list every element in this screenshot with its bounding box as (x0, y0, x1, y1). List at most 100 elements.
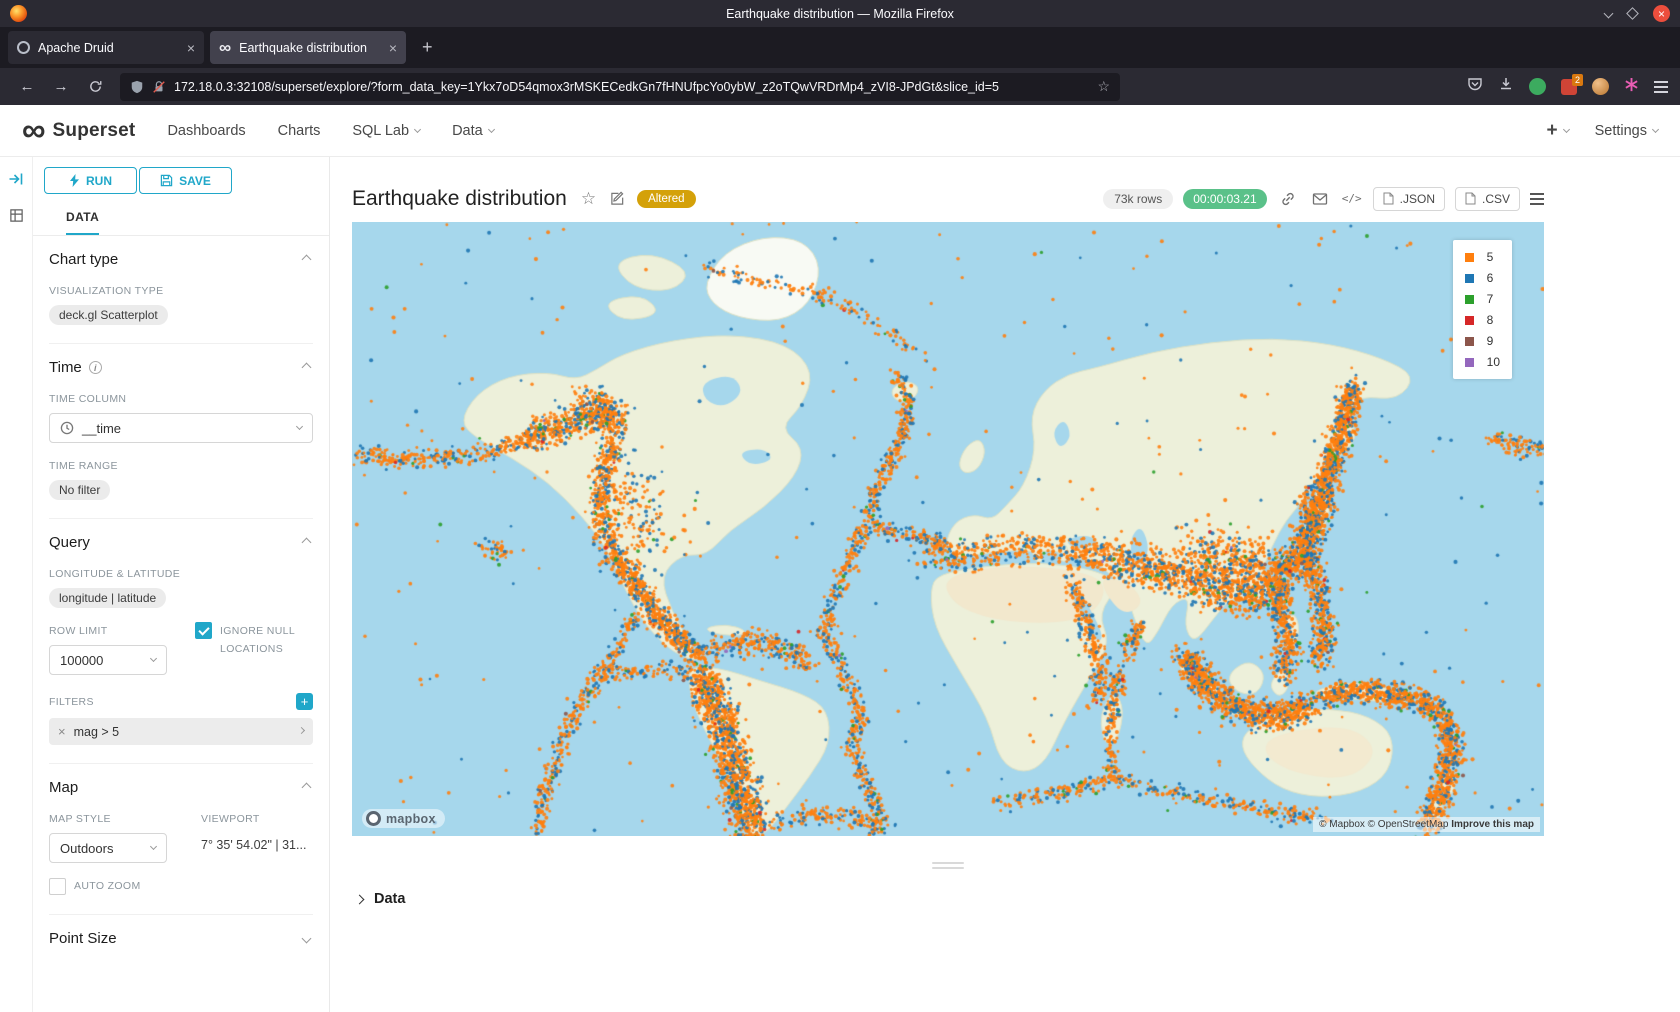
auto-zoom-label: AUTO ZOOM (74, 878, 141, 896)
ignore-null-checkbox[interactable] (195, 622, 212, 639)
bookmark-star-icon[interactable]: ☆ (1097, 78, 1110, 95)
map-canvas[interactable] (352, 222, 1544, 836)
map-style-select[interactable]: Outdoors (49, 833, 167, 863)
menu-icon[interactable] (1654, 81, 1668, 93)
map-legend: 5 6 7 8 9 10 (1453, 240, 1512, 379)
chevron-up-icon (302, 538, 312, 548)
extension-icon-blocker[interactable]: 2 (1561, 79, 1577, 95)
extension-icon-green[interactable] (1529, 78, 1546, 95)
settings-menu[interactable]: Settings (1595, 123, 1658, 139)
insecure-lock-icon[interactable] (152, 80, 166, 94)
legend-swatch (1465, 337, 1474, 346)
legend-value: 8 (1487, 313, 1494, 327)
mapbox-logo[interactable]: mapbox (362, 809, 445, 828)
superset-favicon: ∞ (219, 39, 231, 56)
pocket-icon[interactable] (1467, 76, 1483, 97)
time-column-label: TIME COLUMN (49, 393, 313, 405)
extension-badge: 2 (1572, 74, 1583, 86)
share-link-icon[interactable] (1277, 191, 1299, 207)
chevron-up-icon (302, 363, 312, 373)
viewport-value[interactable]: 7° 35' 54.02" | 31... (201, 838, 313, 852)
chevron-down-icon (296, 423, 303, 430)
expand-panel-icon[interactable] (8, 171, 24, 192)
druid-favicon (17, 41, 30, 54)
edit-properties-icon[interactable] (610, 191, 625, 206)
filter-token[interactable]: × mag > 5 (49, 718, 313, 745)
legend-item[interactable]: 10 (1465, 355, 1500, 369)
url-toolbar: ← → 172.18.0.3:32108/superset/explore/?f… (0, 68, 1680, 105)
lonlat-value[interactable]: longitude | latitude (49, 588, 166, 608)
section-header-query[interactable]: Query (49, 534, 313, 551)
browser-tab-earthquake[interactable]: ∞ Earthquake distribution × (210, 31, 406, 64)
auto-zoom-checkbox[interactable] (49, 878, 66, 895)
maximize-icon[interactable] (1626, 7, 1639, 20)
save-button[interactable]: SAVE (139, 167, 232, 194)
viewport-label: VIEWPORT (201, 813, 313, 825)
deckgl-scatter-map[interactable]: 5 6 7 8 9 10 mapbox © Mapbox © OpenStreetMap … (352, 222, 1544, 836)
chevron-down-icon (150, 843, 157, 850)
browser-tab-druid[interactable]: Apache Druid × (8, 31, 204, 64)
section-header-time[interactable]: Timei (49, 359, 313, 376)
run-button[interactable]: RUN (44, 167, 137, 194)
embed-code-icon[interactable]: </> (1341, 192, 1363, 205)
row-count-badge: 73k rows (1103, 189, 1173, 209)
row-limit-select[interactable]: 100000 (49, 645, 167, 675)
viz-type-value[interactable]: deck.gl Scatterplot (49, 305, 168, 325)
downloads-icon[interactable] (1498, 76, 1514, 97)
chevron-up-icon (302, 255, 312, 265)
data-panel-toggle[interactable]: Data (356, 891, 1680, 907)
map-attribution[interactable]: © Mapbox © OpenStreetMap Improve this ma… (1313, 817, 1540, 832)
improve-map-link[interactable]: Improve this map (1451, 819, 1534, 830)
legend-item[interactable]: 5 (1465, 250, 1500, 264)
legend-item[interactable]: 9 (1465, 334, 1500, 348)
url-text: 172.18.0.3:32108/superset/explore/?form_… (174, 80, 1089, 94)
time-range-value[interactable]: No filter (49, 480, 110, 500)
section-header-map[interactable]: Map (49, 779, 313, 796)
tracking-shield-icon[interactable] (130, 80, 144, 94)
superset-logo[interactable]: ∞ (22, 117, 46, 143)
legend-item[interactable]: 6 (1465, 271, 1500, 285)
favorite-star-icon[interactable]: ☆ (581, 189, 596, 209)
legend-item[interactable]: 8 (1465, 313, 1500, 327)
remove-filter-icon[interactable]: × (58, 724, 66, 739)
chevron-down-icon (302, 933, 312, 943)
nav-charts[interactable]: Charts (278, 123, 321, 139)
export-json-button[interactable]: .JSON (1373, 187, 1445, 211)
extension-icon-pink-asterisk[interactable] (1624, 77, 1639, 97)
legend-value: 5 (1487, 250, 1494, 264)
mapbox-circle-icon (366, 811, 381, 826)
extension-icon-avatar[interactable] (1592, 78, 1609, 95)
row-limit-label: ROW LIMIT (49, 625, 195, 637)
tab-data[interactable]: DATA (66, 210, 99, 235)
chevron-down-icon (1652, 125, 1659, 132)
add-filter-button[interactable]: + (296, 693, 313, 710)
section-time: Timei TIME COLUMN __time TIME RANGE No f… (49, 344, 313, 519)
tab-close-icon[interactable]: × (389, 40, 397, 56)
url-bar[interactable]: 172.18.0.3:32108/superset/explore/?form_… (120, 73, 1120, 101)
export-csv-button[interactable]: .CSV (1455, 187, 1520, 211)
viz-type-label: VISUALIZATION TYPE (49, 285, 313, 297)
section-header-chart-type[interactable]: Chart type (49, 251, 313, 268)
superset-brand[interactable]: Superset (53, 120, 136, 142)
lonlat-label: LONGITUDE & LATITUDE (49, 568, 313, 580)
chart-menu-icon[interactable] (1530, 193, 1544, 205)
chevron-down-icon (1563, 125, 1570, 132)
reload-button[interactable] (80, 74, 110, 100)
dataset-grid-icon[interactable] (9, 208, 24, 228)
legend-item[interactable]: 7 (1465, 292, 1500, 306)
minimize-icon[interactable] (1604, 9, 1614, 19)
new-tab-button[interactable]: + (412, 37, 443, 58)
clock-icon (60, 421, 74, 435)
nav-dashboards[interactable]: Dashboards (167, 123, 245, 139)
nav-data[interactable]: Data (452, 123, 494, 139)
email-icon[interactable] (1309, 191, 1331, 207)
new-item-button[interactable]: + (1546, 120, 1568, 142)
close-icon[interactable]: × (1653, 5, 1670, 22)
time-column-select[interactable]: __time (49, 413, 313, 443)
section-header-point-size[interactable]: Point Size (49, 930, 313, 947)
nav-sql-lab[interactable]: SQL Lab (352, 123, 420, 139)
panel-drag-handle[interactable] (931, 862, 965, 869)
tab-close-icon[interactable]: × (187, 40, 195, 56)
forward-button[interactable]: → (46, 74, 76, 100)
back-button[interactable]: ← (12, 74, 42, 100)
